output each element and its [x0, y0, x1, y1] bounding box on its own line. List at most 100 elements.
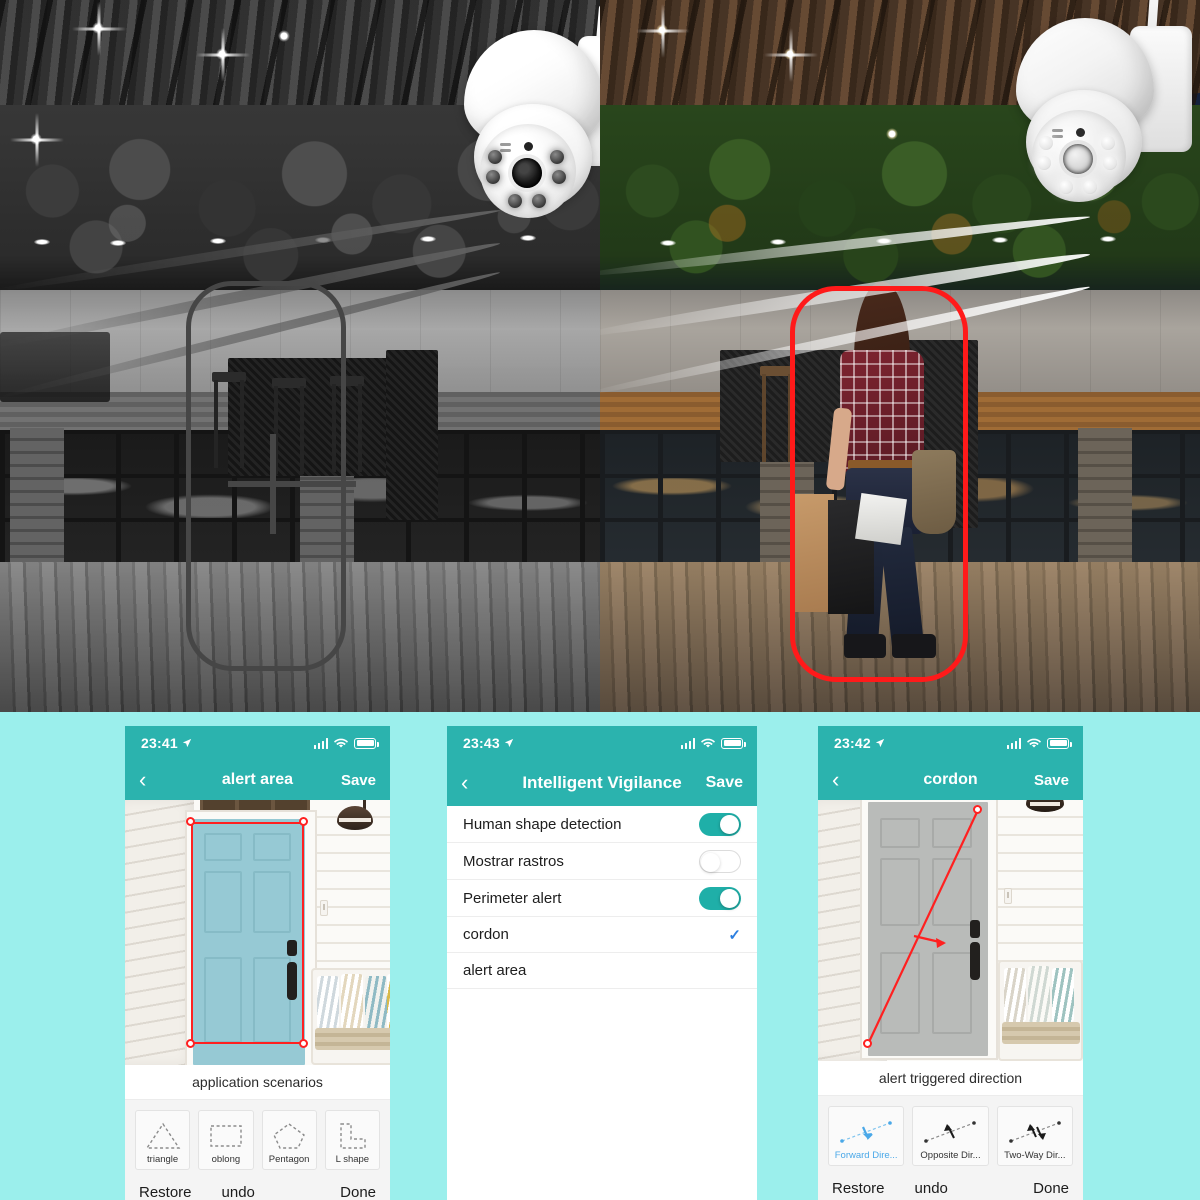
- undo-button[interactable]: undo: [222, 1184, 255, 1200]
- ir-led: [532, 194, 546, 208]
- setting-alert-area[interactable]: alert area: [447, 953, 757, 989]
- status-bar: 23:42: [818, 726, 1083, 760]
- camera-preview-alert-area[interactable]: [125, 800, 390, 1065]
- nav-bar: ‹ alert area Save: [125, 760, 390, 800]
- light-flare: [790, 54, 792, 56]
- human-shape-detection-toggle[interactable]: [699, 812, 741, 836]
- camera-lens: [512, 158, 542, 188]
- forward-direction-icon: [831, 1113, 901, 1150]
- camera-faceplate: [480, 124, 576, 218]
- cordon-overlay[interactable]: [818, 800, 1083, 1061]
- status-time-group: 23:43: [463, 735, 514, 751]
- ptz-camera-left: [452, 3, 600, 238]
- save-button[interactable]: Save: [1034, 772, 1069, 789]
- status-time-group: 23:42: [834, 735, 885, 751]
- direction-tool-row: Forward Dire... Opposite Dir... Two-Way …: [828, 1106, 1073, 1166]
- detection-zone-box: [186, 281, 346, 671]
- cordon-line[interactable]: [818, 800, 1083, 1061]
- cordon-vertex-handle[interactable]: [973, 805, 982, 814]
- shape-label: L shape: [335, 1154, 370, 1165]
- right-panel-color: [600, 0, 1200, 712]
- two-way-direction-icon: [1000, 1113, 1070, 1150]
- status-indicators: [1006, 737, 1072, 749]
- section-title-scenarios: application scenarios: [125, 1065, 390, 1100]
- back-button[interactable]: ‹: [461, 772, 491, 794]
- light-sensor: [1052, 135, 1063, 138]
- setting-label: Perimeter alert: [463, 889, 562, 907]
- settings-list: Human shape detection Mostrar rastros Pe…: [447, 806, 757, 989]
- camera-preview-cordon[interactable]: [818, 800, 1083, 1061]
- polygon-vertex-handle[interactable]: [186, 817, 195, 826]
- direction-label: Forward Dire...: [834, 1150, 898, 1161]
- shape-option-triangle[interactable]: triangle: [135, 1110, 191, 1170]
- back-button[interactable]: ‹: [139, 769, 169, 791]
- setting-perimeter-alert[interactable]: Perimeter alert: [447, 880, 757, 917]
- undo-button[interactable]: undo: [915, 1180, 948, 1197]
- direction-label: Opposite Dir...: [920, 1150, 981, 1161]
- setting-human-shape-detection[interactable]: Human shape detection: [447, 806, 757, 843]
- bar-counter-side: [386, 350, 438, 520]
- save-button[interactable]: Save: [706, 774, 743, 792]
- setting-label: Mostrar rastros: [463, 852, 564, 870]
- section-title-direction: alert triggered direction: [818, 1061, 1083, 1096]
- wifi-icon: [701, 738, 715, 748]
- ceiling-spotlight: [210, 238, 226, 244]
- status-indicators: [313, 737, 379, 749]
- location-arrow-icon: [875, 738, 884, 748]
- shape-tool-row: triangle oblong Pentagon L shape: [135, 1110, 380, 1170]
- setting-label: alert area: [463, 962, 527, 979]
- ceiling-spotlight: [1100, 236, 1116, 242]
- check-icon: ✓: [728, 926, 741, 944]
- shape-label: triangle: [147, 1154, 179, 1165]
- setting-label: Human shape detection: [463, 815, 622, 833]
- shape-option-oblong[interactable]: oblong: [198, 1110, 254, 1170]
- perimeter-alert-toggle[interactable]: [699, 886, 741, 910]
- status-indicators: [680, 737, 746, 749]
- restore-button[interactable]: Restore: [139, 1184, 192, 1200]
- phone-alert-area: 23:41 ‹ alert area Save application scen…: [125, 726, 390, 1200]
- white-led: [1039, 136, 1053, 150]
- setting-label: cordon: [463, 926, 509, 943]
- save-button[interactable]: Save: [341, 772, 376, 789]
- direction-option-forward[interactable]: Forward Dire...: [828, 1106, 905, 1166]
- back-button[interactable]: ‹: [832, 769, 862, 791]
- direction-tool-panel: Forward Dire... Opposite Dir... Two-Way …: [818, 1096, 1083, 1166]
- stone-pillar: [1078, 428, 1132, 573]
- phone-cordon: 23:42 ‹ cordon Save alert triggered dire…: [818, 726, 1083, 1200]
- shape-option-pentagon[interactable]: Pentagon: [261, 1110, 317, 1170]
- status-time: 23:41: [141, 735, 178, 751]
- done-button[interactable]: Done: [340, 1184, 376, 1200]
- mostrar-rastros-toggle[interactable]: [699, 849, 741, 873]
- done-button[interactable]: Done: [1033, 1180, 1069, 1197]
- status-time-group: 23:41: [141, 735, 192, 751]
- ceiling-spotlight: [420, 236, 436, 242]
- phone-intelligent-vigilance: 23:43 ‹ Intelligent Vigilance Save Human…: [447, 726, 757, 1200]
- polygon-vertex-handle[interactable]: [186, 1039, 195, 1048]
- direction-label: Two-Way Dir...: [1004, 1150, 1066, 1161]
- direction-option-two-way[interactable]: Two-Way Dir...: [996, 1106, 1073, 1166]
- crosshair-horizontal: [228, 481, 356, 487]
- shape-label: oblong: [211, 1154, 241, 1165]
- camera-faceplate: [1032, 110, 1126, 202]
- alert-area-polygon[interactable]: [191, 822, 304, 1044]
- microphone: [1076, 128, 1085, 137]
- cordon-vertex-handle[interactable]: [863, 1039, 872, 1048]
- polygon-vertex-handle[interactable]: [299, 1039, 308, 1048]
- white-led: [1103, 156, 1117, 170]
- setting-mostrar-rastros[interactable]: Mostrar rastros: [447, 843, 757, 880]
- polygon-vertex-handle[interactable]: [299, 817, 308, 826]
- action-row: Restore undo Done: [125, 1170, 390, 1200]
- signal-icon: [680, 737, 695, 749]
- battery-icon: [721, 737, 746, 749]
- light-flare: [662, 30, 664, 32]
- shape-label: Pentagon: [268, 1154, 310, 1165]
- battery-icon: [1047, 737, 1072, 749]
- alert-area-overlay[interactable]: [125, 800, 390, 1065]
- bar-stool: [760, 366, 794, 462]
- shape-option-l-shape[interactable]: L shape: [324, 1110, 380, 1170]
- l-shape-icon: [328, 1117, 377, 1154]
- product-banner: [0, 0, 1200, 712]
- setting-cordon[interactable]: cordon ✓: [447, 917, 757, 953]
- direction-option-opposite[interactable]: Opposite Dir...: [912, 1106, 989, 1166]
- restore-button[interactable]: Restore: [832, 1180, 885, 1197]
